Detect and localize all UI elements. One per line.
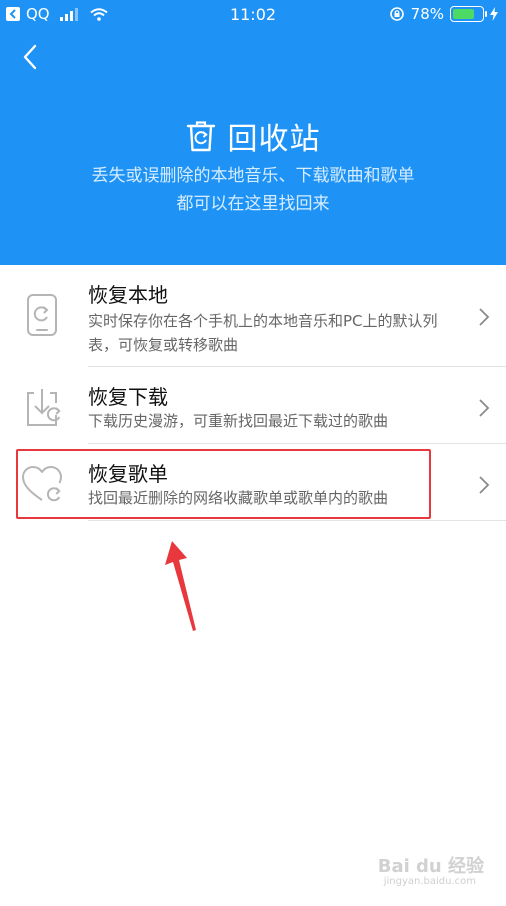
restore-options-list: 恢复本地 实时保存你在各个手机上的本地音乐和PC上的默认列 表，可恢复或转移歌曲…	[0, 265, 506, 521]
restore-playlist-item[interactable]: 恢复歌单 找回最近删除的网络收藏歌单或歌单内的歌曲	[0, 444, 506, 521]
back-icon[interactable]	[16, 42, 46, 72]
charging-icon	[490, 7, 498, 21]
item-title: 恢复歌单	[88, 462, 168, 486]
page-subtitle: 丢失或误删除的本地音乐、下载歌曲和歌单 都可以在这里找回来	[0, 162, 506, 218]
subtitle-line-2: 都可以在这里找回来	[176, 194, 330, 214]
page-title: 回收站	[227, 122, 321, 157]
subtitle-line-1: 丢失或误删除的本地音乐、下载歌曲和歌单	[91, 166, 415, 186]
heart-restore-icon	[22, 466, 62, 502]
trash-restore-icon	[186, 121, 215, 152]
chevron-right-icon	[479, 308, 490, 326]
status-bar: QQ 11:02 78%	[0, 0, 506, 30]
item-description: 找回最近删除的网络收藏歌单或歌单内的歌曲	[88, 489, 389, 507]
battery-fill	[453, 9, 474, 19]
restore-local-item[interactable]: 恢复本地 实时保存你在各个手机上的本地音乐和PC上的默认列 表，可恢复或转移歌曲	[0, 265, 506, 367]
chevron-right-icon	[479, 476, 490, 494]
battery-percent: 78%	[410, 5, 444, 23]
phone-restore-icon	[27, 294, 57, 336]
battery-icon	[450, 6, 487, 22]
item-title: 恢复本地	[88, 283, 168, 307]
item-description: 实时保存你在各个手机上的本地音乐和PC上的默认列 表，可恢复或转移歌曲	[88, 309, 468, 357]
download-restore-icon	[27, 389, 61, 426]
status-right: 78%	[389, 5, 498, 23]
item-description: 下载历史漫游，可重新找回最近下载过的歌曲	[88, 412, 389, 430]
battery-tip	[485, 11, 487, 17]
title-row: 回收站	[0, 114, 506, 158]
chevron-right-icon	[479, 399, 490, 417]
rotation-lock-icon	[389, 7, 404, 21]
watermark-url: jingyan.baidu.com	[383, 876, 476, 887]
annotation-arrow	[165, 541, 196, 631]
restore-download-item[interactable]: 恢复下载 下载历史漫游，可重新找回最近下载过的歌曲	[0, 367, 506, 444]
item-desc-line-2: 表，可恢复或转移歌曲	[88, 336, 239, 354]
item-title: 恢复下载	[88, 385, 168, 409]
item-desc-line-1: 实时保存你在各个手机上的本地音乐和PC上的默认列	[88, 312, 438, 330]
header: 回收站 丢失或误删除的本地音乐、下载歌曲和歌单 都可以在这里找回来	[0, 30, 506, 265]
divider	[88, 520, 506, 521]
watermark: Bai du 经验	[377, 856, 484, 877]
